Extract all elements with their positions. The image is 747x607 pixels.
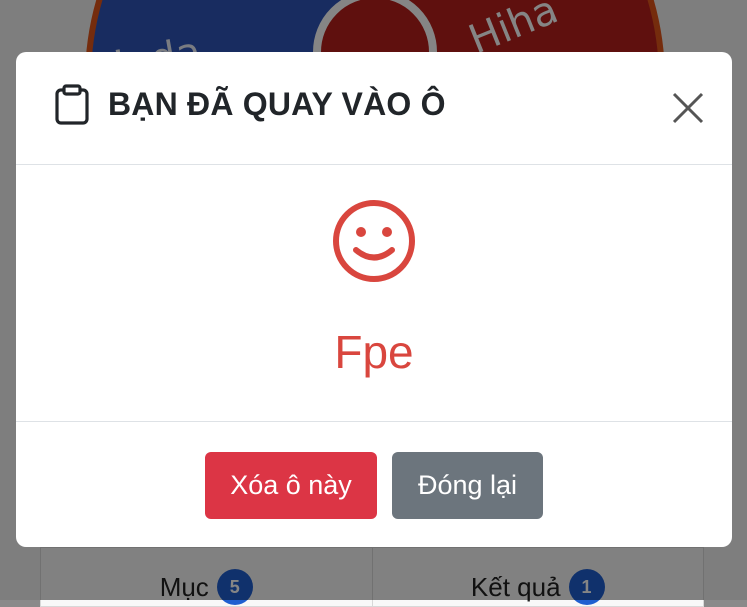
modal-title: BẠN ĐÃ QUAY VÀO Ô bbox=[108, 86, 446, 122]
smile-icon bbox=[332, 199, 416, 283]
result-modal: BẠN ĐÃ QUAY VÀO Ô Fpe Xóa ô này Đóng lại bbox=[16, 52, 732, 547]
modal-header: BẠN ĐÃ QUAY VÀO Ô bbox=[16, 52, 732, 165]
modal-body: Fpe bbox=[16, 165, 732, 422]
delete-slot-button[interactable]: Xóa ô này bbox=[205, 452, 377, 519]
spin-result: Fpe bbox=[334, 326, 414, 378]
clipboard-icon bbox=[54, 84, 90, 126]
modal-footer: Xóa ô này Đóng lại bbox=[16, 422, 732, 547]
close-icon[interactable] bbox=[668, 88, 708, 128]
close-button[interactable]: Đóng lại bbox=[392, 452, 543, 519]
